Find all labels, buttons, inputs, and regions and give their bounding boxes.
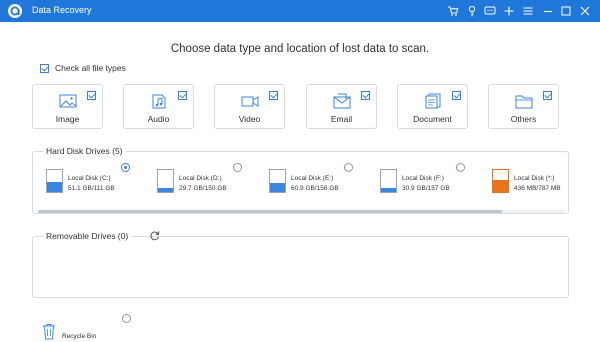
- drive-size: 51.1 GB/111 GB: [68, 185, 115, 192]
- type-label: Image: [55, 114, 80, 124]
- type-card-email[interactable]: Email: [306, 84, 377, 129]
- plus-icon[interactable]: [502, 4, 516, 18]
- type-card-audio[interactable]: Audio: [123, 84, 194, 129]
- key-icon[interactable]: [465, 4, 479, 18]
- drive-name: Local Disk (E:): [291, 175, 334, 182]
- video-checkbox[interactable]: [269, 91, 278, 100]
- removable-section: [32, 236, 569, 298]
- type-label: Document: [413, 114, 452, 124]
- minimize-icon[interactable]: [541, 4, 555, 18]
- check-all-checkbox[interactable]: [40, 63, 49, 73]
- video-icon: [241, 96, 258, 107]
- chat-icon[interactable]: [483, 4, 497, 18]
- others-checkbox[interactable]: [543, 91, 552, 100]
- drive-star-icon: [492, 169, 509, 193]
- drive-c-radio[interactable]: [121, 163, 130, 172]
- app-logo-icon: [8, 4, 22, 18]
- refresh-icon[interactable]: [149, 230, 160, 241]
- drive-name: Local Disk (D:): [179, 175, 222, 182]
- drive-c-icon: [46, 169, 63, 193]
- email-icon: [333, 93, 350, 109]
- type-label: Others: [510, 114, 537, 124]
- drive-d[interactable]: Local Disk (D:) 29.7 GB/150 GB: [157, 167, 257, 197]
- recycle-bin-icon[interactable]: [42, 323, 56, 340]
- document-checkbox[interactable]: [452, 91, 461, 100]
- image-icon: [59, 94, 76, 108]
- drive-name: Local Disk (F:): [402, 175, 444, 182]
- drive-name: Local Disk (C:): [68, 175, 111, 182]
- drives-scrollbar[interactable]: [38, 210, 564, 213]
- recycle-bin-label: Recycle Bin: [62, 333, 97, 340]
- title-bar: Data Recovery: [0, 0, 600, 22]
- check-all-file-types[interactable]: Check all file types: [40, 63, 126, 73]
- removable-title: Removable Drives (0): [43, 231, 132, 241]
- folder-icon: [515, 95, 532, 109]
- window-title: Data Recovery: [32, 5, 92, 15]
- drive-f-icon: [380, 169, 397, 193]
- document-icon: [425, 93, 440, 109]
- type-card-others[interactable]: Others: [488, 84, 559, 129]
- drive-d-radio[interactable]: [233, 163, 242, 172]
- audio-checkbox[interactable]: [178, 91, 187, 100]
- menu-icon[interactable]: [521, 4, 535, 18]
- recycle-bin-radio[interactable]: [122, 314, 131, 323]
- drive-c[interactable]: Local Disk (C:) 51.1 GB/111 GB: [46, 167, 146, 197]
- drive-star[interactable]: Local Disk (*:) 436 MB/787 MB: [492, 167, 592, 197]
- drive-usage-fill: [47, 181, 62, 192]
- drive-size: 30.9 GB/157 GB: [402, 185, 450, 192]
- check-all-label: Check all file types: [55, 63, 126, 73]
- drive-usage-fill: [381, 187, 396, 192]
- audio-icon: [152, 94, 165, 109]
- drive-e-icon: [269, 169, 286, 193]
- drive-size: 436 MB/787 MB: [514, 185, 561, 192]
- type-card-image[interactable]: Image: [32, 84, 103, 129]
- drive-usage-fill: [158, 187, 173, 192]
- type-label: Audio: [147, 114, 170, 124]
- drive-name: Local Disk (*:): [514, 175, 555, 182]
- drive-f-radio[interactable]: [456, 163, 465, 172]
- drive-e[interactable]: Local Disk (E:) 60.9 GB/158 GB: [269, 167, 369, 197]
- maximize-icon[interactable]: [559, 4, 573, 18]
- type-card-video[interactable]: Video: [214, 84, 285, 129]
- drive-size: 60.9 GB/158 GB: [291, 185, 339, 192]
- type-card-document[interactable]: Document: [397, 84, 468, 129]
- close-icon[interactable]: [578, 4, 592, 18]
- drive-e-radio[interactable]: [344, 163, 353, 172]
- page-heading: Choose data type and location of lost da…: [170, 43, 430, 55]
- drive-usage-fill: [270, 183, 285, 192]
- hard-disk-title: Hard Disk Drives (5): [43, 146, 126, 156]
- image-checkbox[interactable]: [87, 91, 96, 100]
- cart-icon[interactable]: [446, 4, 460, 18]
- email-checkbox[interactable]: [361, 91, 370, 100]
- drive-f[interactable]: Local Disk (F:) 30.9 GB/157 GB: [380, 167, 480, 197]
- type-label: Video: [238, 114, 261, 124]
- scrollbar-thumb[interactable]: [38, 210, 502, 213]
- drive-size: 29.7 GB/150 GB: [179, 185, 227, 192]
- type-label: Email: [330, 114, 353, 124]
- drive-d-icon: [157, 169, 174, 193]
- drive-usage-fill: [493, 179, 508, 192]
